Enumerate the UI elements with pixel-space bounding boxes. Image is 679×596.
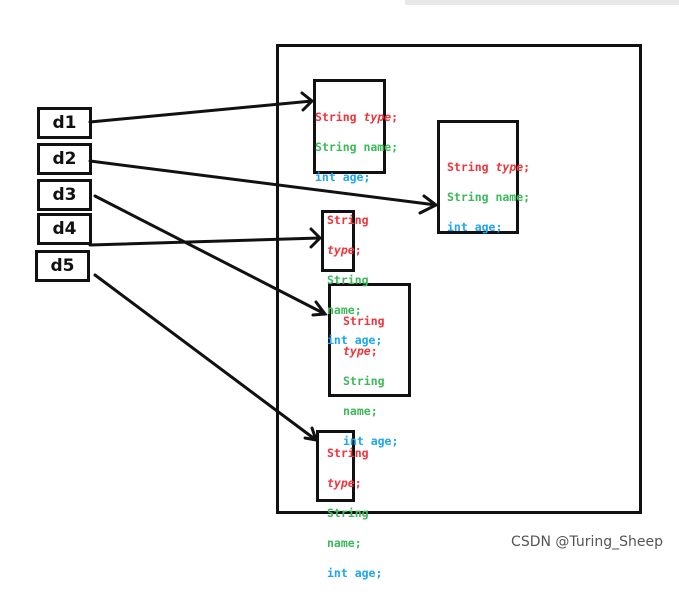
arrow-d3 <box>93 194 328 317</box>
watermark: CSDN @Turing_Sheep <box>511 534 663 550</box>
arrow-d5 <box>93 273 319 442</box>
arrow-d4 <box>88 227 323 249</box>
fields-5: String type; String name; int age; <box>327 446 383 580</box>
fields-1: String type; String name; int age; <box>315 110 399 184</box>
fields-2: String type; String name; int age; <box>447 160 531 234</box>
arrow-d1 <box>88 91 315 124</box>
